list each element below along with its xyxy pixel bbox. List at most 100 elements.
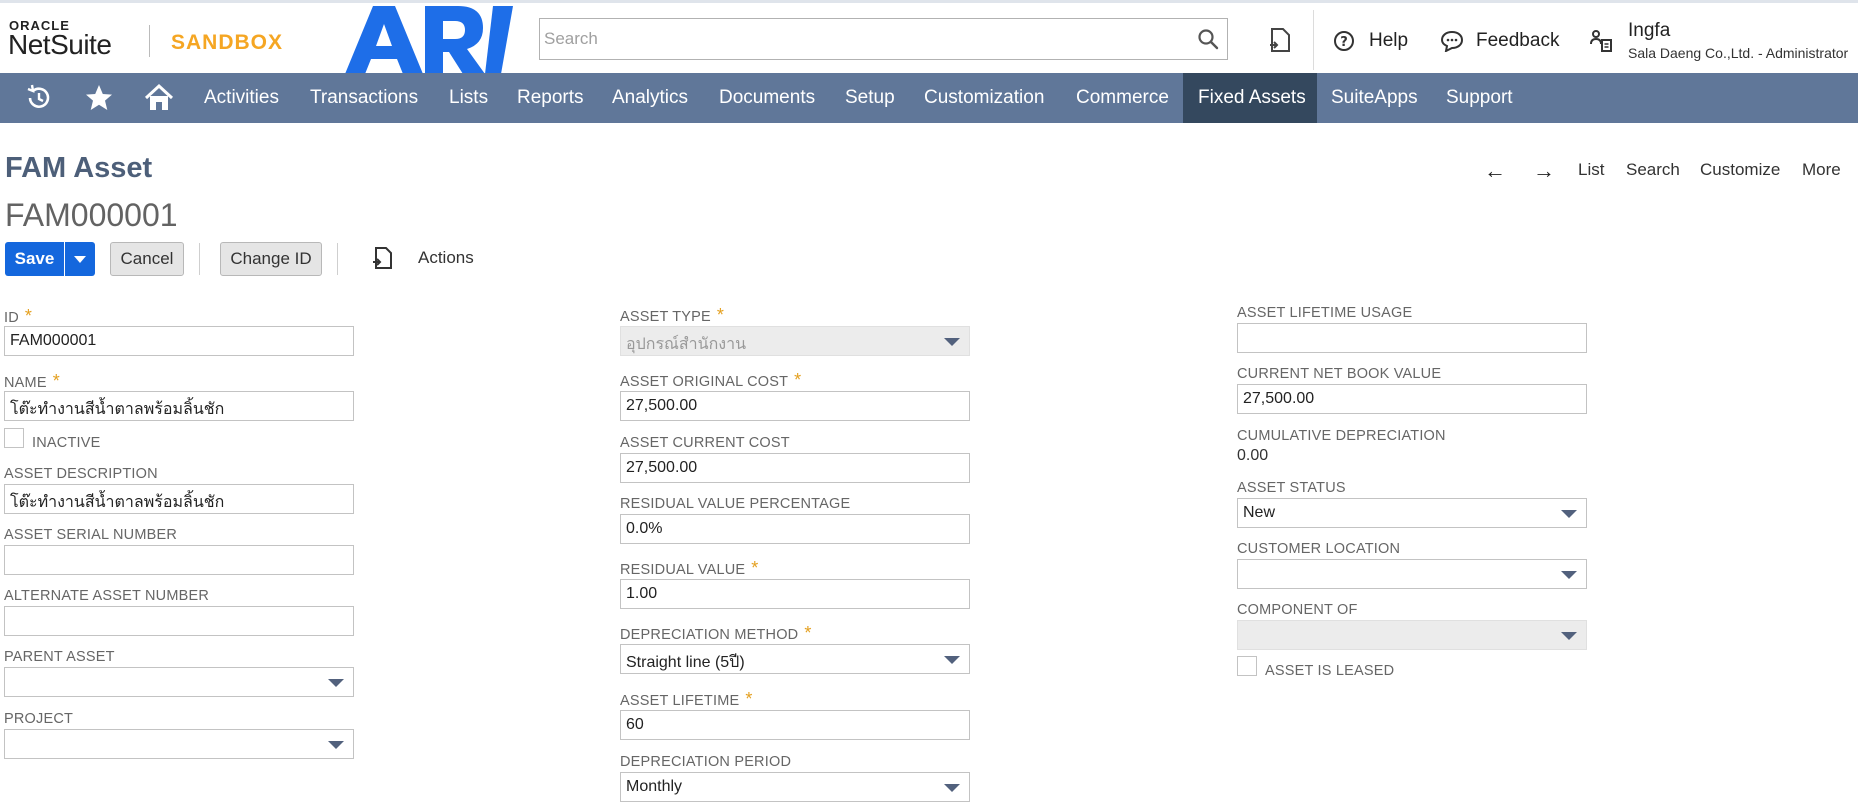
recent-records-icon[interactable] — [1268, 27, 1292, 53]
user-name[interactable]: Ingfa — [1628, 20, 1670, 42]
previous-record-arrow-icon[interactable]: ← — [1484, 158, 1506, 184]
residual-value-label: RESIDUAL VALUE * — [620, 558, 759, 578]
asset-type-select: อุปกรณ์สำนักงาน — [620, 326, 970, 356]
customize-link[interactable]: Customize — [1700, 160, 1780, 180]
asset-serial-number-label: ASSET SERIAL NUMBER — [4, 527, 178, 543]
asset-lifetime-usage-field[interactable] — [1237, 323, 1587, 353]
depreciation-method-select[interactable]: Straight line (5ปี) — [620, 644, 970, 674]
parent-asset-label: PARENT ASSET — [4, 649, 115, 665]
svg-text:?: ? — [1340, 35, 1348, 50]
page-title: FAM Asset — [5, 152, 153, 184]
asset-original-cost-label: ASSET ORIGINAL COST * — [620, 370, 802, 390]
chevron-down-icon — [328, 741, 344, 749]
asset-is-leased-checkbox[interactable] — [1237, 656, 1257, 676]
chevron-down-icon — [944, 338, 960, 346]
feedback-icon[interactable] — [1440, 30, 1464, 52]
search-link[interactable]: Search — [1626, 160, 1680, 180]
asset-current-cost-field[interactable]: 27,500.00 — [620, 453, 970, 483]
inactive-label: INACTIVE — [32, 435, 101, 451]
asset-description-field[interactable]: โต๊ะทำงานสีน้ำตาลพร้อมลิ้นชัก — [4, 484, 354, 514]
header-divider — [1313, 10, 1314, 70]
list-link[interactable]: List — [1578, 160, 1604, 180]
residual-value-percentage-field[interactable]: 0.0% — [620, 514, 970, 544]
customer-location-label: CUSTOMER LOCATION — [1237, 541, 1401, 557]
nav-fixed-assets[interactable]: Fixed Assets — [1183, 73, 1317, 123]
help-link[interactable]: Help — [1369, 30, 1408, 52]
top-header: ORACLE NetSuite SANDBOX ? Help Feedback … — [0, 0, 1858, 74]
asset-lifetime-field[interactable]: 60 — [620, 710, 970, 740]
depreciation-period-select[interactable]: Monthly — [620, 772, 970, 802]
sandbox-label: SANDBOX — [171, 31, 284, 54]
button-divider — [199, 243, 200, 275]
logo-divider — [149, 25, 150, 57]
recent-history-icon[interactable] — [23, 82, 55, 114]
project-label: PROJECT — [4, 711, 74, 727]
residual-value-percentage-label: RESIDUAL VALUE PERCENTAGE — [620, 496, 851, 512]
search-icon[interactable] — [1197, 28, 1219, 50]
favorites-star-icon[interactable] — [83, 82, 115, 114]
next-record-arrow-icon[interactable]: → — [1533, 158, 1555, 184]
depreciation-period-label: DEPRECIATION PERIOD — [620, 754, 792, 770]
alternate-asset-number-field[interactable] — [4, 606, 354, 636]
project-select[interactable] — [4, 729, 354, 759]
asset-status-label: ASSET STATUS — [1237, 480, 1346, 496]
cancel-button[interactable]: Cancel — [110, 242, 184, 276]
global-search[interactable] — [539, 18, 1228, 60]
feedback-link[interactable]: Feedback — [1476, 30, 1559, 52]
nav-commerce[interactable]: Commerce — [1076, 73, 1169, 123]
search-input[interactable] — [540, 19, 1160, 59]
inactive-checkbox[interactable] — [4, 428, 24, 448]
current-net-book-value-label: CURRENT NET BOOK VALUE — [1237, 366, 1442, 382]
alternate-asset-number-label: ALTERNATE ASSET NUMBER — [4, 588, 210, 604]
save-button[interactable]: Save — [5, 242, 64, 276]
nav-lists[interactable]: Lists — [449, 73, 488, 123]
actions-menu[interactable]: Actions — [418, 248, 474, 268]
actions-icon[interactable] — [372, 246, 394, 270]
chevron-down-icon — [1561, 571, 1577, 579]
nav-analytics[interactable]: Analytics — [612, 73, 688, 123]
chevron-down-icon — [944, 784, 960, 792]
component-of-select — [1237, 620, 1587, 650]
depreciation-method-label: DEPRECIATION METHOD * — [620, 623, 812, 643]
role-switch-icon[interactable] — [1588, 28, 1614, 54]
id-label: ID * — [4, 306, 33, 326]
asset-lifetime-usage-label: ASSET LIFETIME USAGE — [1237, 305, 1413, 321]
asset-current-cost-label: ASSET CURRENT COST — [620, 435, 790, 451]
name-field[interactable]: โต๊ะทำงานสีน้ำตาลพร้อมลิ้นชัก — [4, 391, 354, 421]
help-icon[interactable]: ? — [1333, 30, 1355, 52]
netsuite-logo-text[interactable]: NetSuite — [8, 29, 112, 61]
nav-transactions[interactable]: Transactions — [310, 73, 418, 123]
asset-is-leased-label: ASSET IS LEASED — [1265, 663, 1395, 679]
nav-documents[interactable]: Documents — [719, 73, 815, 123]
nav-activities[interactable]: Activities — [204, 73, 279, 123]
name-label: NAME * — [4, 371, 60, 391]
ari-company-logo — [345, 6, 513, 74]
asset-serial-number-field[interactable] — [4, 545, 354, 575]
parent-asset-select[interactable] — [4, 667, 354, 697]
cumulative-depreciation-label: CUMULATIVE DEPRECIATION — [1237, 428, 1446, 444]
home-icon[interactable] — [143, 82, 175, 114]
chevron-down-icon — [944, 656, 960, 664]
asset-lifetime-label: ASSET LIFETIME * — [620, 689, 753, 709]
chevron-down-icon — [328, 679, 344, 687]
save-options-dropdown[interactable] — [65, 242, 95, 276]
nav-setup[interactable]: Setup — [845, 73, 895, 123]
nav-customization[interactable]: Customization — [924, 73, 1044, 123]
customer-location-select[interactable] — [1237, 559, 1587, 589]
residual-value-field[interactable]: 1.00 — [620, 579, 970, 609]
chevron-down-icon — [1561, 632, 1577, 640]
nav-support[interactable]: Support — [1446, 73, 1513, 123]
change-id-button[interactable]: Change ID — [220, 242, 322, 276]
component-of-label: COMPONENT OF — [1237, 602, 1358, 618]
user-role[interactable]: Sala Daeng Co.,Ltd. - Administrator — [1628, 45, 1848, 61]
nav-reports[interactable]: Reports — [517, 73, 584, 123]
asset-description-label: ASSET DESCRIPTION — [4, 466, 158, 482]
main-navigation: Activities Transactions Lists Reports An… — [0, 73, 1858, 123]
asset-status-select[interactable]: New — [1237, 498, 1587, 528]
id-field[interactable]: FAM000001 — [4, 326, 354, 356]
asset-original-cost-field[interactable]: 27,500.00 — [620, 391, 970, 421]
more-link[interactable]: More — [1802, 160, 1841, 180]
nav-suiteapps[interactable]: SuiteApps — [1331, 73, 1418, 123]
current-net-book-value-field[interactable]: 27,500.00 — [1237, 384, 1587, 414]
button-divider — [337, 243, 338, 275]
